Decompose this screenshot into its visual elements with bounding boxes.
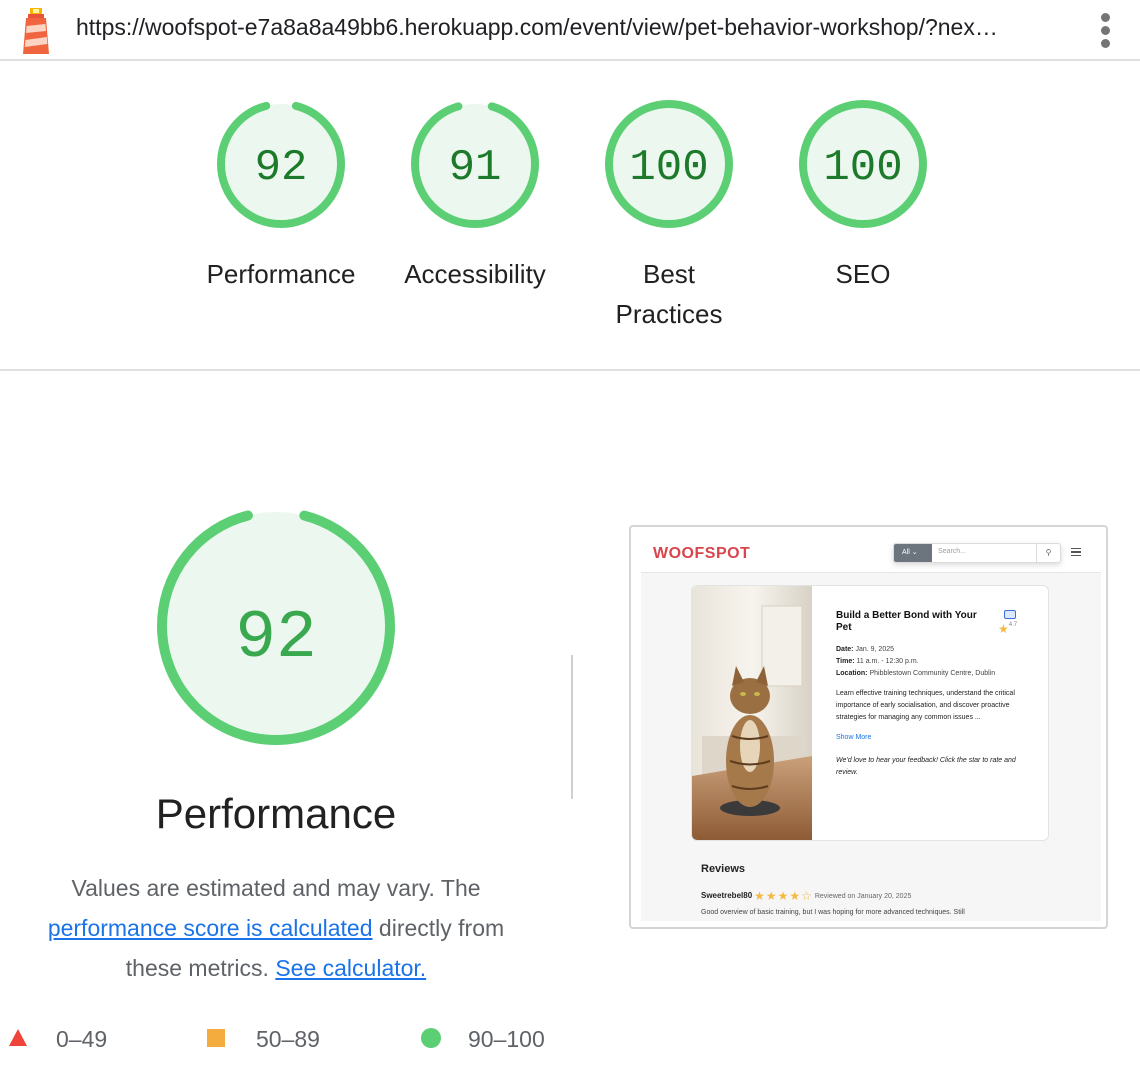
event-date: Jan. 9, 2025 — [855, 646, 894, 653]
divider — [571, 655, 573, 799]
event-description: Learn effective training techniques, und… — [836, 690, 1015, 721]
gauge-ring: 92 — [217, 100, 345, 228]
site-brand: WOOFSPOT — [653, 545, 751, 562]
cat-photo — [692, 586, 812, 840]
feedback-prompt: We'd love to hear your feedback! Click t… — [836, 757, 1016, 776]
site-navbar: WOOFSPOT All ⌄ Search... ⚲ — [641, 535, 1101, 573]
final-screenshot[interactable]: WOOFSPOT All ⌄ Search... ⚲ Build a Bette… — [629, 525, 1108, 929]
date-label: Date: — [836, 646, 854, 653]
gauge-accessibility[interactable]: 91 Accessibility — [385, 98, 565, 294]
search-icon: ⚲ — [1036, 544, 1060, 562]
gauge-label: Performance — [206, 259, 356, 289]
event-card: Build a Better Bond with Your Pet ★4.7 D… — [691, 585, 1049, 841]
performance-description: Values are estimated and may vary. The p… — [20, 868, 532, 988]
see-calculator-link[interactable]: See calculator. — [275, 955, 426, 981]
gauge-score: 91 — [449, 143, 502, 193]
gauge-score: 92 — [255, 143, 308, 193]
event-rating: ★4.7 — [998, 622, 1018, 636]
ticket-icon — [1004, 610, 1016, 619]
search-category-label: All — [902, 549, 910, 556]
gauge-label: Accessibility — [404, 259, 546, 289]
event-details: Build a Better Bond with Your Pet ★4.7 D… — [836, 610, 1036, 779]
description-text: Values are estimated and may vary. The — [71, 875, 481, 901]
event-time: 11 a.m. - 12:30 p.m. — [856, 658, 919, 665]
performance-score-value: 92 — [235, 600, 317, 677]
gauge-ring: 100 — [799, 100, 927, 228]
event-title: Build a Better Bond with Your Pet — [836, 610, 977, 633]
gauge-best-practices[interactable]: 100 Best Practices — [579, 98, 759, 334]
time-label: Time: — [836, 658, 855, 665]
gauge-ring: 91 — [411, 100, 539, 228]
site-search: All ⌄ Search... ⚲ — [893, 543, 1061, 563]
review-date: Reviewed on January 20, 2025 — [814, 892, 912, 900]
square-icon — [207, 1029, 225, 1047]
location-label: Location: — [836, 670, 868, 677]
page-url[interactable]: https://woofspot-e7a8a8a49bb6.herokuapp.… — [76, 14, 1076, 41]
event-location: Phibblestown Community Centre, Dublin — [869, 670, 996, 677]
report-header: https://woofspot-e7a8a8a49bb6.herokuapp.… — [0, 0, 1140, 61]
show-more-link: Show More — [836, 734, 872, 741]
lighthouse-icon — [23, 8, 49, 54]
gauge-score: 100 — [823, 143, 902, 193]
gauge-performance[interactable]: 92 Performance — [191, 98, 371, 294]
performance-score-gauge: 92 — [157, 507, 395, 745]
more-vert-icon[interactable] — [1092, 10, 1120, 50]
legend-range: 0–49 — [56, 1026, 108, 1052]
reviews-heading: Reviews — [701, 863, 746, 875]
gauge-score: 100 — [629, 143, 708, 193]
reviewer-name: Sweetrebel80 — [701, 890, 753, 900]
screenshot-page: WOOFSPOT All ⌄ Search... ⚲ Build a Bette… — [641, 535, 1101, 921]
search-placeholder: Search... — [938, 548, 967, 555]
gauge-seo[interactable]: 100 SEO — [773, 98, 953, 294]
search-category: All ⌄ — [894, 544, 932, 562]
review-stars: ★★★★☆ — [754, 889, 813, 903]
event-meta: Date: Jan. 9, 2025 Time: 11 a.m. - 12:30… — [836, 644, 1036, 680]
rating-value: 4.7 — [1008, 622, 1018, 628]
hamburger-icon — [1071, 548, 1081, 556]
category-gauges: 92 Performance 91 Accessibility 100 Best… — [0, 62, 1140, 371]
gauge-label: SEO — [835, 259, 891, 289]
circle-icon — [421, 1028, 441, 1048]
gauge-label: Best Practices — [615, 259, 723, 329]
performance-title: Performance — [155, 790, 397, 837]
gauge-ring: 100 — [605, 100, 733, 228]
review-text: Good overview of basic training, but I w… — [701, 909, 965, 916]
triangle-icon — [9, 1029, 27, 1046]
legend-range: 50–89 — [256, 1026, 320, 1052]
legend-range: 90–100 — [468, 1026, 545, 1052]
score-calculated-link[interactable]: performance score is calculated — [48, 915, 373, 941]
review-header: Sweetrebel80 ★★★★☆ Reviewed on January 2… — [701, 889, 911, 903]
